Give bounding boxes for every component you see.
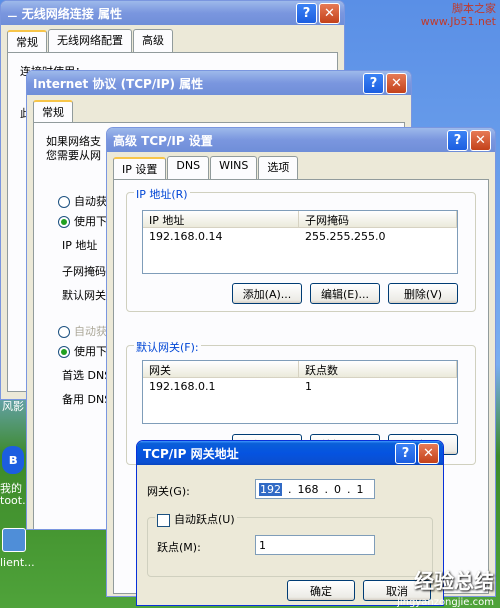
ip-octet-4[interactable]: 1 [357, 483, 364, 496]
close-button[interactable]: ✕ [418, 442, 439, 464]
watermark-url: jingyanzongjie.com [397, 597, 494, 608]
ip-octet-2[interactable]: 168 [298, 483, 319, 496]
ip-address-list[interactable]: IP 地址 子网掩码 192.168.0.14 255.255.255.0 [142, 210, 458, 274]
help-button[interactable]: ? [296, 2, 317, 24]
column-metric[interactable]: 跃点数 [299, 361, 457, 377]
column-ip-address[interactable]: IP 地址 [143, 211, 299, 227]
metric-cell: 1 [305, 379, 312, 393]
titlebar[interactable]: TCP/IP 网关地址 ? ✕ [137, 441, 443, 465]
window-title: 无线网络连接 属性 [21, 6, 122, 21]
gateway-ip-input[interactable]: 192 . 168 . 0 . 1 [255, 479, 375, 499]
window-title: 高级 TCP/IP 设置 [113, 133, 213, 148]
static-dns-radio[interactable]: 使用下 [58, 343, 107, 359]
tab-general[interactable]: 常规 [33, 100, 73, 123]
edit-ip-button[interactable]: 编辑(E)... [310, 283, 380, 304]
column-gateway[interactable]: 网关 [143, 361, 299, 377]
alternate-dns-label: 备用 DNS [62, 393, 112, 406]
watermark-site-name: 脚本之家 [452, 2, 496, 15]
mask-cell: 255.255.255.0 [305, 229, 386, 243]
tab-ip-settings[interactable]: IP 设置 [113, 157, 167, 180]
tab-advanced[interactable]: 高级 [133, 29, 173, 52]
preferred-dns-label: 首选 DNS [62, 369, 112, 382]
window-title: Internet 协议 (TCP/IP) 属性 [33, 76, 204, 91]
titlebar[interactable]: 高级 TCP/IP 设置 ? ✕ [107, 128, 495, 152]
gateway-label: 网关(G): [147, 485, 190, 498]
tab-wins[interactable]: WINS [210, 156, 258, 179]
ip-cell: 192.168.0.14 [149, 229, 223, 243]
watermark-top: 脚本之家 www.Jb51.net [421, 2, 496, 28]
ip-address-label: IP 地址 [62, 239, 98, 252]
auto-ip-radio[interactable]: 自动获 [58, 193, 107, 209]
ip-octet-1[interactable]: 192 [259, 482, 282, 496]
tab-wireless-config[interactable]: 无线网络配置 [48, 29, 132, 52]
watermark-brand: 经验总结 [414, 569, 494, 593]
gateway-cell: 192.168.0.1 [149, 379, 216, 393]
auto-metric-checkbox[interactable]: 自动跃点(U) [155, 511, 237, 527]
network-icon: ⚊ [7, 6, 18, 20]
tab-general[interactable]: 常规 [7, 30, 47, 53]
close-button[interactable]: ✕ [386, 72, 407, 94]
help-button[interactable]: ? [363, 72, 384, 94]
bluetooth-icon[interactable]: ʙ [2, 446, 24, 474]
gateway-address-dialog: TCP/IP 网关地址 ? ✕ 网关(G): 192 . 168 . 0 . 1… [136, 440, 444, 606]
watermark-site-url: www.Jb51.net [420, 15, 496, 28]
table-row[interactable]: 192.168.0.1 1 [143, 378, 457, 394]
default-gateway-label: 默认网关 [62, 289, 106, 302]
desktop-left-text: 风影 [2, 400, 24, 413]
desktop-icon-label-3[interactable]: lient... [0, 556, 35, 569]
static-ip-radio[interactable]: 使用下 [58, 213, 107, 229]
auto-dns-radio[interactable]: 自动获 [58, 323, 107, 339]
ok-button[interactable]: 确定 [287, 580, 355, 601]
tab-dns[interactable]: DNS [167, 156, 210, 179]
titlebar[interactable]: ⚊ 无线网络连接 属性 ? ✕ [1, 1, 344, 25]
description-line-2: 您需要从网 [46, 149, 101, 162]
subnet-mask-label: 子网掩码 [62, 265, 106, 278]
gateway-list[interactable]: 网关 跃点数 192.168.0.1 1 [142, 360, 458, 424]
close-button[interactable]: ✕ [470, 129, 491, 151]
tab-options[interactable]: 选项 [258, 156, 299, 179]
titlebar[interactable]: Internet 协议 (TCP/IP) 属性 ? ✕ [27, 71, 411, 95]
column-subnet-mask[interactable]: 子网掩码 [299, 211, 457, 227]
ip-octet-3[interactable]: 0 [334, 483, 341, 496]
remove-ip-button[interactable]: 删除(V) [388, 283, 458, 304]
ip-address-group-label: IP 地址(R) [134, 186, 190, 202]
add-ip-button[interactable]: 添加(A)... [232, 283, 302, 304]
gateway-group-label: 默认网关(F): [134, 339, 201, 355]
metric-input[interactable]: 1 [255, 535, 375, 555]
help-button[interactable]: ? [395, 442, 416, 464]
help-button[interactable]: ? [447, 129, 468, 151]
metric-label: 跃点(M): [157, 541, 201, 554]
window-title: TCP/IP 网关地址 [143, 446, 239, 461]
table-row[interactable]: 192.168.0.14 255.255.255.0 [143, 228, 457, 244]
network-client-icon[interactable] [2, 528, 26, 552]
close-button[interactable]: ✕ [319, 2, 340, 24]
